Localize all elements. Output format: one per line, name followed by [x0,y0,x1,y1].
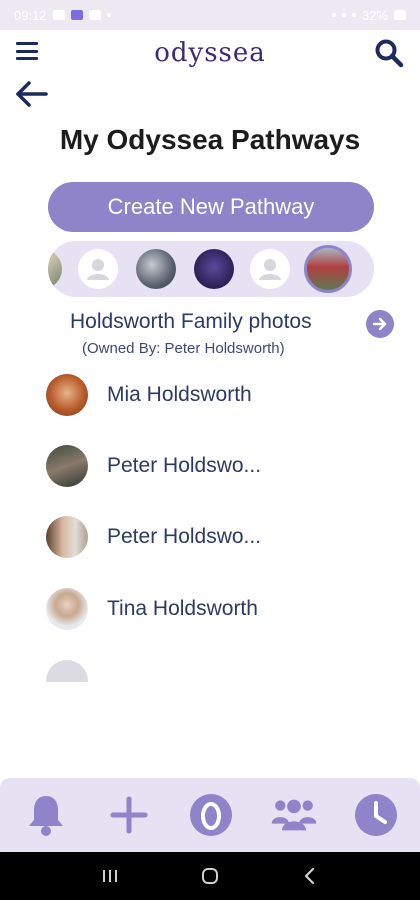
avatar [46,374,88,416]
plus-icon [110,796,147,834]
back-chevron-icon [304,867,315,885]
album-thumbnail-placeholder[interactable] [78,249,118,289]
member-list-item[interactable]: Peter Holdswo... [46,515,386,559]
status-bar: 09:12 32% [0,0,420,30]
member-list-item[interactable]: Tina Holdsworth [46,587,386,631]
bell-icon [29,796,63,836]
recents-icon [103,870,117,882]
avatar [46,588,88,630]
create-new-pathway-button[interactable]: Create New Pathway [48,182,374,232]
member-name: Peter Holdswo... [107,454,262,477]
group-icon [271,799,316,831]
wifi-icon [341,13,346,17]
album-thumbnail[interactable] [48,249,62,289]
user-placeholder-icon [87,259,109,280]
status-time: 09:12 [14,7,47,23]
video-notification-icon [88,10,101,20]
odyssea-icon [190,794,232,836]
add-tab[interactable] [105,791,153,839]
bluetooth-icon [331,13,336,17]
member-name: Peter Holdswo... [107,525,262,548]
album-thumbnail[interactable] [194,249,234,289]
system-navigation-bar [0,852,420,900]
album-owner: (Owned By: Peter Holdsworth) [82,340,285,357]
clock-icon [355,794,397,836]
battery-level: 32% [361,7,388,23]
back-button[interactable] [290,861,330,891]
history-tab[interactable] [352,791,400,839]
member-list-item[interactable]: Peter Holdswo... [46,444,386,488]
signal-icon [351,13,356,17]
home-tab[interactable] [187,791,235,839]
user-placeholder-icon [259,259,281,280]
notifications-tab[interactable] [22,791,70,839]
groups-tab[interactable] [270,791,318,839]
battery-icon [394,10,406,20]
member-name: Mia Holdsworth [107,383,252,406]
gallery-notification-icon [52,10,65,20]
app-notification-icon [70,10,83,20]
bottom-navigation [0,778,420,852]
more-notifications-icon [106,13,111,17]
member-list-item-partial[interactable] [46,660,88,682]
avatar [46,445,88,487]
arrow-right-icon [372,317,387,331]
album-thumbnail[interactable] [136,249,176,289]
home-icon [202,868,218,884]
avatar [46,516,88,558]
album-title[interactable]: Holdsworth Family photos [70,310,312,334]
album-thumbnail-placeholder[interactable] [250,249,290,289]
app-logo: odyssea [154,38,266,68]
open-album-button[interactable] [366,310,394,338]
avatar [46,660,88,682]
album-carousel[interactable] [48,241,374,297]
search-icon[interactable] [374,38,404,68]
back-arrow-icon[interactable] [14,80,48,108]
recents-button[interactable] [90,861,130,891]
member-name: Tina Holdsworth [107,597,258,620]
member-list-item[interactable]: Mia Holdsworth [46,373,386,417]
page-title: My Odyssea Pathways [59,124,361,155]
home-button[interactable] [190,861,230,891]
album-thumbnail-selected[interactable] [304,245,352,293]
